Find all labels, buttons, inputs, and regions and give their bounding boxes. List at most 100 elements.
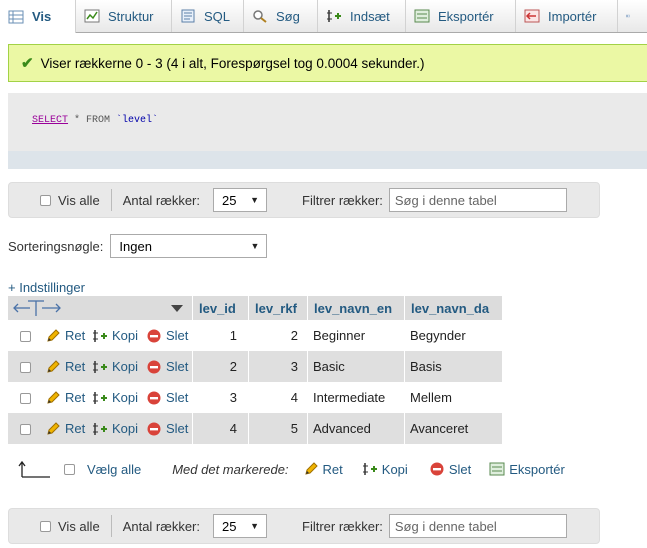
cell-lev-rkf[interactable]: 5: [291, 413, 298, 444]
sort-key-label: Sorteringsnøgle:: [8, 238, 104, 254]
copy-action[interactable]: Kopi: [92, 382, 138, 413]
sql-options-bar: [8, 151, 647, 169]
pencil-icon: [47, 421, 60, 435]
tab-label: Indsæt: [350, 8, 390, 24]
cell-lev-navn-da[interactable]: Begynder: [410, 320, 466, 351]
copy-label: Kopi: [112, 359, 139, 374]
cell-lev-id[interactable]: 4: [230, 413, 237, 444]
cell-lev-navn-en[interactable]: Advanced: [313, 413, 371, 444]
sort-key-select[interactable]: Ingen ▼: [110, 234, 268, 258]
filter-placeholder: Søg i denne tabel: [394, 192, 497, 208]
separator: [110, 515, 112, 537]
bulk-export-button[interactable]: Eksportér: [489, 461, 565, 477]
success-message: ✔ Viser rækkerne 0 - 3 (4 i alt, Forespø…: [8, 44, 647, 82]
filter-rows-input[interactable]: Søg i denne tabel: [388, 514, 567, 538]
tab-structure[interactable]: Struktur: [76, 0, 172, 32]
copy-icon: [93, 422, 107, 435]
column-header-lev-navn-da[interactable]: lev_navn_da: [411, 296, 489, 320]
delete-action[interactable]: Slet: [146, 382, 188, 413]
filter-rows-input[interactable]: Søg i denne tabel: [388, 188, 567, 212]
sql-rest: * FROM: [68, 115, 117, 126]
tab-export[interactable]: Eksportér: [406, 0, 516, 32]
rows-per-page-value: 25: [222, 518, 237, 534]
select-all-link[interactable]: Vælg alle: [87, 462, 141, 477]
rows-label: Antal rækker:: [122, 518, 200, 534]
pencil-icon: [47, 328, 60, 342]
sql-code: SELECT * FROM `level`: [32, 115, 158, 126]
copy-label: Kopi: [112, 421, 139, 436]
row-checkbox[interactable]: [20, 393, 31, 404]
delete-action[interactable]: Slet: [146, 351, 188, 382]
pencil-icon: [47, 359, 60, 373]
column-header-lev-navn-en[interactable]: lev_navn_en: [314, 296, 392, 320]
row-checkbox[interactable]: [20, 424, 31, 435]
select-all-checkbox[interactable]: [64, 463, 75, 475]
export-icon: [489, 462, 505, 476]
cell-lev-navn-da[interactable]: Mellem: [410, 382, 452, 413]
structure-icon: [84, 9, 100, 23]
search-icon: [253, 10, 267, 23]
copy-action[interactable]: Kopi: [92, 351, 138, 382]
cell-lev-id[interactable]: 1: [230, 320, 237, 351]
sort-dropdown-toggle[interactable]: [170, 296, 184, 320]
table-row: Ret Kopi Slet 2 3 Basic Basis: [8, 351, 502, 382]
column-resize-arrows-icon: [13, 300, 61, 316]
tab-more[interactable]: [618, 0, 647, 32]
show-all-checkbox[interactable]: [40, 194, 51, 206]
bulk-copy-button[interactable]: Kopi: [362, 461, 408, 477]
chevron-down-icon: ▼: [250, 195, 259, 205]
bulk-edit-button[interactable]: Ret: [303, 461, 343, 477]
table-row: Ret Kopi Slet 4 5 Advanced Avanceret: [8, 413, 502, 444]
row-checkbox[interactable]: [20, 331, 31, 342]
bulk-delete-button[interactable]: Slet: [429, 461, 471, 477]
cell-lev-navn-da[interactable]: Basis: [410, 351, 442, 382]
cell-lev-navn-en[interactable]: Basic: [313, 351, 345, 382]
edit-label: Ret: [65, 390, 86, 405]
cell-lev-navn-en[interactable]: Intermediate: [313, 382, 385, 413]
tab-label: Vis: [32, 9, 52, 24]
cell-lev-id[interactable]: 3: [230, 382, 237, 413]
copy-action[interactable]: Kopi: [92, 413, 138, 444]
delete-label: Slet: [166, 421, 189, 436]
tab-import[interactable]: Importér: [516, 0, 618, 32]
copy-icon: [362, 463, 377, 475]
tab-label: Struktur: [108, 8, 154, 24]
show-all-label: Vis alle: [58, 518, 100, 534]
edit-action[interactable]: Ret: [45, 382, 85, 413]
row-checkbox[interactable]: [20, 362, 31, 373]
show-all-label: Vis alle: [58, 192, 100, 208]
copy-action[interactable]: Kopi: [92, 320, 138, 351]
column-header-lev-rkf[interactable]: lev_rkf: [255, 296, 297, 320]
column-divider: [248, 296, 249, 444]
column-header-lev-id[interactable]: lev_id: [199, 296, 236, 320]
cell-lev-rkf[interactable]: 4: [291, 382, 298, 413]
tab-browse[interactable]: Vis: [0, 0, 76, 33]
bulk-export-label: Eksportér: [509, 461, 565, 477]
cell-lev-id[interactable]: 2: [230, 351, 237, 382]
cell-lev-rkf[interactable]: 3: [291, 351, 298, 382]
edit-action[interactable]: Ret: [45, 351, 85, 382]
browse-icon: [8, 10, 24, 23]
delete-action[interactable]: Slet: [146, 320, 188, 351]
tab-insert[interactable]: Indsæt: [318, 0, 406, 32]
tab-search[interactable]: Søg: [244, 0, 318, 32]
options-link[interactable]: + Indstillinger: [8, 280, 85, 295]
copy-label: Kopi: [112, 390, 139, 405]
select-all-arrow-icon: [18, 460, 50, 478]
show-all-checkbox[interactable]: [40, 520, 51, 532]
cell-lev-rkf[interactable]: 2: [291, 320, 298, 351]
rows-per-page-select[interactable]: 25 ▼: [213, 514, 267, 538]
sort-key-row: Sorteringsnøgle: Ingen ▼: [8, 234, 268, 258]
tab-sql[interactable]: SQL: [172, 0, 244, 32]
cell-lev-navn-en[interactable]: Beginner: [313, 320, 365, 351]
column-arrows[interactable]: [12, 296, 62, 320]
cell-lev-navn-da[interactable]: Avanceret: [410, 413, 468, 444]
delete-icon: [430, 462, 444, 476]
navigation-bar-top: Vis alle Antal rækker: 25 ▼ Filtrer rækk…: [8, 182, 600, 218]
rows-per-page-select[interactable]: 25 ▼: [213, 188, 267, 212]
delete-action[interactable]: Slet: [146, 413, 188, 444]
edit-action[interactable]: Ret: [45, 413, 85, 444]
edit-action[interactable]: Ret: [45, 320, 85, 351]
sql-keyword-select[interactable]: SELECT: [32, 115, 68, 126]
chevron-down-icon: ▼: [250, 521, 259, 531]
